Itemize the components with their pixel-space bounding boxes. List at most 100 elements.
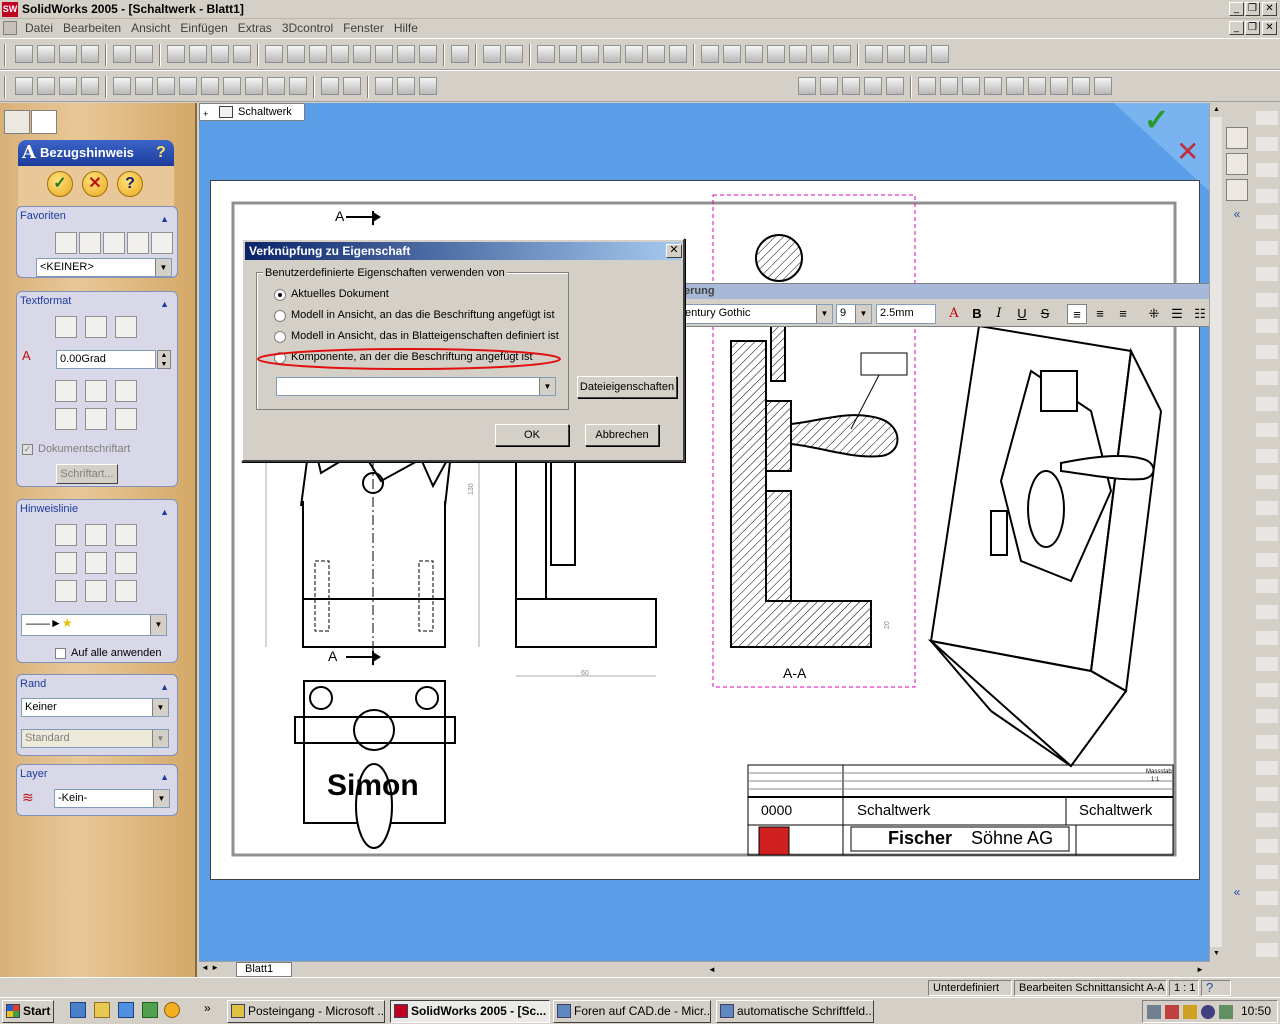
task-browser[interactable]: Foren auf CAD.de - Micr... [553,1000,711,1023]
document-icon[interactable] [3,21,17,35]
menu-3dcontrol[interactable]: 3Dcontrol [277,19,338,37]
save-icon[interactable] [59,45,78,63]
doc-restore-icon[interactable]: ❐ [1245,21,1260,35]
panel-help-icon[interactable]: ? [156,140,166,166]
menu-datei[interactable]: Datei [20,19,58,37]
align-left-icon[interactable] [918,77,937,95]
chevron-down-icon[interactable]: ▼ [152,730,168,747]
feature-tree-tab-icon[interactable] [4,110,30,134]
option-label-1[interactable]: Modell in Ansicht, an das die Beschriftu… [291,309,555,321]
chevron-down-icon[interactable]: ▼ [539,378,555,395]
surface-finish-text-icon[interactable] [85,408,107,430]
view-orientation-icon[interactable] [669,45,688,63]
hinweislinie-header[interactable]: Hinweislinie ▲ [17,500,177,518]
collapse-icon[interactable]: ▲ [160,295,169,313]
task-solidworks[interactable]: SolidWorks 2005 - [Sc... [390,1000,550,1023]
align-right-icon[interactable]: ≡ [1113,304,1133,324]
quicklaunch-folder-icon[interactable] [94,1002,110,1018]
chevron-down-icon[interactable]: ▼ [153,790,169,807]
align-right-text-icon[interactable] [115,316,137,338]
line-thickness-icon[interactable] [820,77,839,95]
cut-icon[interactable] [483,45,502,63]
center-mark-icon[interactable] [321,77,340,95]
text-style-icon[interactable] [59,77,78,95]
doc-close-icon[interactable]: ✕ [1262,21,1277,35]
ok-check-icon[interactable]: ✓ [47,171,73,197]
font-button[interactable]: Schriftart... [56,464,118,484]
view-iso-icon[interactable] [397,45,416,63]
bullets-icon[interactable]: ☰ [1167,304,1187,324]
tray-media-icon[interactable] [1201,1005,1215,1019]
menu-fenster[interactable]: Fenster [338,19,389,37]
fav-add-icon[interactable] [79,232,101,254]
leader-nearest-icon[interactable] [115,552,137,574]
view-front-icon[interactable] [265,45,284,63]
zoom-area-icon[interactable] [559,45,578,63]
component-select[interactable]: ▼ [276,377,556,396]
ok-button[interactable]: OK [495,424,569,446]
font-select[interactable]: entury Gothic ▼ [681,304,833,324]
sketch-icon[interactable] [865,45,884,63]
tray-app-icon[interactable] [1165,1005,1179,1019]
favoriten-select[interactable]: <KEINER> ▼ [36,258,172,277]
option-label-0[interactable]: Aktuelles Dokument [291,288,389,300]
align-top-icon[interactable] [962,77,981,95]
view-back-icon[interactable] [287,45,306,63]
arrow-style-select[interactable]: ——►★ ▼ [21,614,167,636]
space-icon[interactable] [1050,77,1069,95]
doc-minimize-icon[interactable]: _ [1229,21,1244,35]
align-center-text-icon[interactable] [85,316,107,338]
shadow-icon[interactable] [767,45,786,63]
undo-icon[interactable] [113,45,132,63]
no-leader-icon[interactable] [85,524,107,546]
percent-icon[interactable] [37,77,56,95]
cancel-button[interactable]: Abbrechen [585,424,659,446]
task-forum[interactable]: automatische Schriftfeld... [716,1000,874,1023]
open-file-icon[interactable] [37,45,56,63]
apply-all-checkbox[interactable] [55,648,66,659]
menu-ansicht[interactable]: Ansicht [126,19,175,37]
quicklaunch-app-icon[interactable] [142,1002,158,1018]
close-icon[interactable]: ✕ [1262,2,1277,16]
view-normal-icon[interactable] [419,45,438,63]
attach-center-icon[interactable] [85,580,107,602]
revision-icon[interactable] [419,77,438,95]
quicklaunch-ie-icon[interactable] [70,1002,86,1018]
menu-bearbeiten[interactable]: Bearbeiten [58,19,126,37]
tray-security-icon[interactable] [1183,1005,1197,1019]
restore-icon[interactable]: ❐ [1245,2,1260,16]
textformat-header[interactable]: Textformat ▲ [17,292,177,310]
ungroup-icon[interactable] [1094,77,1113,95]
chevron-down-icon[interactable]: ▼ [152,699,168,716]
hidden-lines-icon[interactable] [723,45,742,63]
horizontal-scrollbar[interactable]: ◄ ► ◄ ► [199,961,1210,977]
line-icon[interactable] [909,45,928,63]
options-icon[interactable] [211,45,230,63]
menu-einfuegen[interactable]: Einfügen [175,19,232,37]
hatch-icon[interactable] [289,77,308,95]
strikethrough-icon[interactable]: S [1035,304,1055,324]
folder-icon[interactable] [1226,179,1248,201]
angle-spinner-icon[interactable]: ▲ ▼ [157,350,171,369]
border-style-select[interactable]: Keiner ▼ [21,698,169,717]
attach-right-icon[interactable] [115,580,137,602]
document-tab[interactable]: + Schaltwerk [199,103,305,121]
fav-delete-icon[interactable] [103,232,125,254]
align-bottom-icon[interactable] [984,77,1003,95]
font-size-select[interactable]: 9 ▼ [836,304,872,324]
wireframe-icon[interactable] [701,45,720,63]
zoom-fit-icon[interactable] [537,45,556,63]
radio-option-0[interactable] [274,289,286,301]
confirm-check-icon[interactable]: ✓ [1144,103,1169,138]
home-icon[interactable] [1226,127,1248,149]
zoom-in-icon[interactable] [581,45,600,63]
align-center-icon[interactable] [1006,77,1025,95]
quicklaunch-media-icon[interactable] [164,1002,180,1018]
insert-symbol-icon[interactable] [85,380,107,402]
table-icon[interactable] [397,77,416,95]
note-icon[interactable] [135,77,154,95]
expand-taskpane-icon[interactable]: « [1226,885,1248,907]
pan-icon[interactable] [647,45,666,63]
view-top-icon[interactable] [353,45,372,63]
arrow-icon[interactable] [931,45,950,63]
